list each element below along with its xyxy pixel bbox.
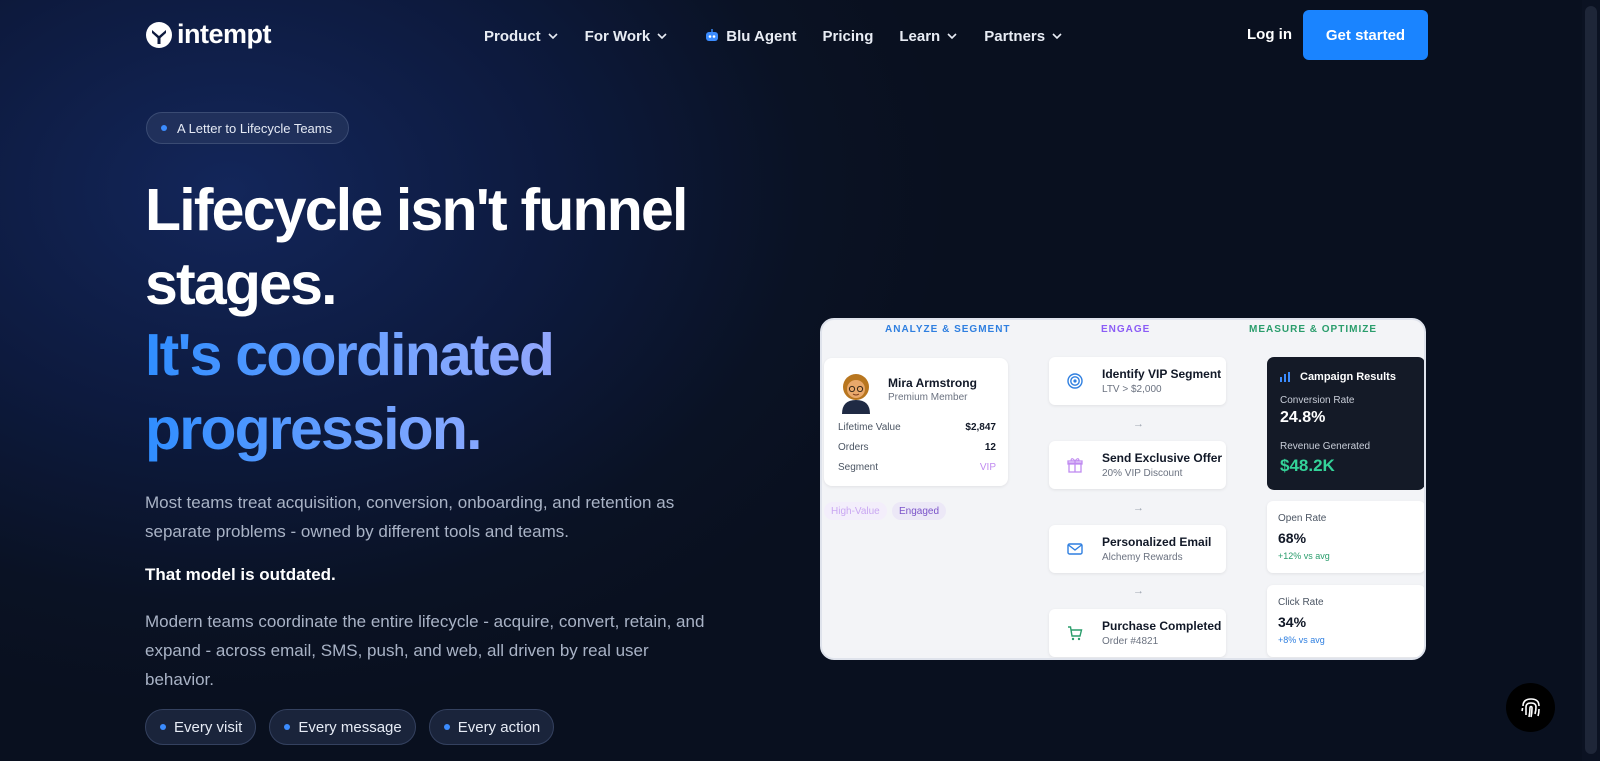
step-subtitle: LTV > $2,000 xyxy=(1102,384,1162,395)
profile-row-value: $2,847 xyxy=(965,422,996,433)
metric-delta: +8% vs avg xyxy=(1278,635,1325,645)
column-title-analyze: ANALYZE & SEGMENT xyxy=(885,324,1011,335)
revenue-value: $48.2K xyxy=(1280,456,1335,475)
avatar xyxy=(842,374,870,414)
profile-name: Mira Armstrong xyxy=(888,376,977,390)
conversion-label: Conversion Rate xyxy=(1280,395,1355,406)
hero-tags: Every visit Every message Every action xyxy=(145,709,555,745)
customer-profile-card: Mira Armstrong Premium Member Lifetime V… xyxy=(824,358,1008,486)
pill-label: A Letter to Lifecycle Teams xyxy=(177,120,333,136)
nav-pricing[interactable]: Pricing xyxy=(823,24,874,48)
nav-partners-label: Partners xyxy=(984,27,1046,45)
step-subtitle: Alchemy Rewards xyxy=(1102,552,1183,563)
nav-learn[interactable]: Learn xyxy=(899,24,958,48)
conversion-value: 24.8% xyxy=(1280,409,1326,426)
step-personalized-email: Personalized Email Alchemy Rewards xyxy=(1049,525,1226,573)
step-title: Send Exclusive Offer xyxy=(1102,451,1223,465)
column-title-engage: ENGAGE xyxy=(1101,324,1151,335)
results-title: Campaign Results xyxy=(1300,371,1396,383)
nav-learn-label: Learn xyxy=(899,27,941,45)
logo-icon xyxy=(146,21,172,48)
main-nav: Product For Work Blu Agent Pricing Learn… xyxy=(484,24,1089,48)
profile-row-value: VIP xyxy=(979,462,996,473)
tag-every-message: Every message xyxy=(269,709,416,745)
metric-delta: +12% vs avg xyxy=(1278,551,1330,561)
lifecycle-dashboard: ANALYZE & SEGMENT ENGAGE MEASURE & OPTIM… xyxy=(820,318,1426,660)
metric-label: Click Rate xyxy=(1278,597,1324,608)
chevron-down-icon xyxy=(947,33,957,40)
campaign-results-card: Campaign Results Conversion Rate 24.8% R… xyxy=(1267,357,1424,490)
profile-row-value: 12 xyxy=(984,442,996,453)
logo[interactable]: intempt xyxy=(145,19,272,50)
scrollbar[interactable] xyxy=(1582,0,1600,761)
arrow-right-icon: → xyxy=(1133,585,1144,597)
metric-label: Open Rate xyxy=(1278,513,1327,524)
tag-every-visit: Every visit xyxy=(145,709,257,745)
tag-label: Every message xyxy=(298,718,402,736)
metric-value: 34% xyxy=(1278,614,1307,630)
step-subtitle: Order #4821 xyxy=(1102,636,1159,647)
bar-chart-icon xyxy=(1280,372,1290,382)
chevron-down-icon xyxy=(657,33,667,40)
click-rate-card: Click Rate 34% +8% vs avg xyxy=(1267,585,1424,657)
revenue-label: Revenue Generated xyxy=(1280,441,1371,452)
arrow-right-icon: → xyxy=(1133,418,1144,430)
fingerprint-button[interactable] xyxy=(1506,683,1555,732)
arrow-right-icon: → xyxy=(1133,502,1144,514)
hero-paragraph-3: Modern teams coordinate the entire lifec… xyxy=(145,612,705,689)
column-title-measure: MEASURE & OPTIMIZE xyxy=(1249,324,1378,335)
fingerprint-icon xyxy=(1520,697,1540,717)
pill-dot xyxy=(161,125,167,131)
headline-gradient: It's coordinated progression. xyxy=(145,318,785,466)
nav-blu-agent-label: Blu Agent xyxy=(726,27,797,45)
target-icon xyxy=(1067,373,1083,389)
tag-every-action: Every action xyxy=(428,709,555,745)
headline-primary: Lifecycle isn't funnel stages. xyxy=(145,177,688,317)
nav-for-work[interactable]: For Work xyxy=(585,24,669,48)
profile-row: Orders 12 xyxy=(838,442,996,453)
nav-pricing-label: Pricing xyxy=(822,27,874,45)
login-link[interactable]: Log in xyxy=(1247,26,1292,43)
chevron-down-icon xyxy=(548,33,558,40)
tag-label: Every action xyxy=(457,718,541,736)
step-send-offer: Send Exclusive Offer 20% VIP Discount xyxy=(1049,441,1226,489)
step-subtitle: 20% VIP Discount xyxy=(1102,468,1183,479)
profile-row-label: Orders xyxy=(838,442,869,453)
tag-dot xyxy=(284,724,291,730)
tag-label: Every visit xyxy=(174,718,243,736)
step-identify-vip: Identify VIP Segment LTV > $2,000 xyxy=(1049,357,1226,405)
nav-for-work-label: For Work xyxy=(584,27,651,45)
profile-row-label: Lifetime Value xyxy=(838,422,901,433)
nav-product-label: Product xyxy=(484,27,541,45)
nav-product[interactable]: Product xyxy=(484,24,559,48)
tag-dot xyxy=(443,724,450,730)
step-title: Identify VIP Segment xyxy=(1102,367,1222,381)
cart-icon xyxy=(1068,626,1083,641)
robot-icon xyxy=(706,29,719,41)
step-title: Personalized Email xyxy=(1102,535,1212,549)
chevron-down-icon xyxy=(1052,33,1062,40)
metric-value: 68% xyxy=(1278,530,1307,546)
step-purchase-completed: Purchase Completed Order #4821 xyxy=(1049,609,1226,657)
chip-high-value: High-Value xyxy=(824,502,887,520)
profile-row: Segment VIP xyxy=(838,462,996,473)
nav-blu-agent[interactable]: Blu Agent xyxy=(704,24,797,48)
get-started-button[interactable]: Get started xyxy=(1303,10,1428,60)
profile-row: Lifetime Value $2,847 xyxy=(838,422,996,433)
letter-pill[interactable]: A Letter to Lifecycle Teams xyxy=(146,112,350,144)
hero-paragraph-1: Most teams treat acquisition, conversion… xyxy=(145,493,675,541)
logo-text: intempt xyxy=(177,19,272,49)
nav-partners[interactable]: Partners xyxy=(984,24,1063,48)
open-rate-card: Open Rate 68% +12% vs avg xyxy=(1267,501,1424,573)
tag-dot xyxy=(160,724,166,730)
mail-icon xyxy=(1067,543,1083,555)
profile-row-label: Segment xyxy=(838,462,879,473)
hero-paragraph-2: That model is outdated. xyxy=(145,565,336,584)
profile-subtitle: Premium Member xyxy=(888,392,968,403)
scrollbar-thumb[interactable] xyxy=(1585,6,1597,754)
gift-icon xyxy=(1067,458,1083,473)
chip-engaged: Engaged xyxy=(892,502,947,520)
step-title: Purchase Completed xyxy=(1102,619,1222,633)
